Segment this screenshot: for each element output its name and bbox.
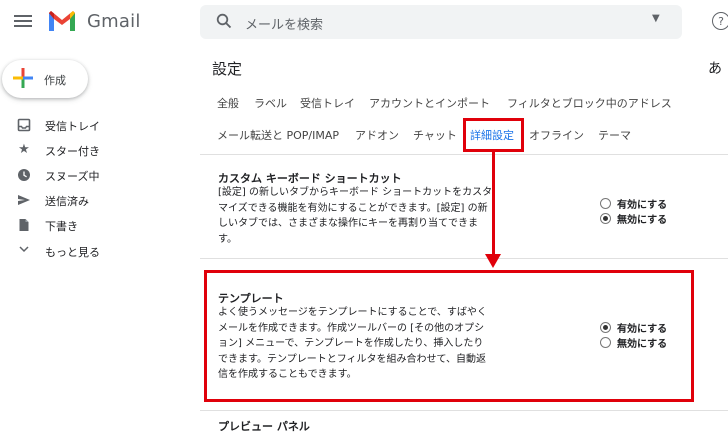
divider (200, 154, 728, 155)
sidebar-item-label: スター付き (45, 145, 100, 158)
templates-enable-label[interactable]: 有効にする (617, 320, 667, 335)
templates-disable-radio[interactable] (600, 337, 611, 348)
tab-labels[interactable]: ラベル (254, 95, 287, 111)
arrow-head-annotation (485, 254, 501, 268)
tab-inbox[interactable]: 受信トレイ (300, 95, 355, 111)
tab-general[interactable]: 全般 (217, 95, 239, 111)
gmail-logo-text[interactable]: Gmail (87, 11, 141, 32)
tab-addons[interactable]: アドオン (355, 127, 399, 143)
section-title-preview-pane: プレビュー パネル (218, 420, 310, 433)
section-desc-templates: よく使うメッセージをテンプレートにすることで、すばやく メールを作成できます。作… (218, 307, 487, 380)
main-menu-icon[interactable] (14, 12, 32, 30)
shortcuts-enable-label[interactable]: 有効にする (617, 196, 667, 211)
sidebar-item-label: 下書き (45, 220, 78, 233)
search-input[interactable]: メールを検索 (245, 14, 323, 33)
tab-chat[interactable]: チャット (413, 127, 457, 143)
draft-icon (19, 219, 29, 231)
star-icon: ★ (18, 142, 30, 157)
plus-icon (13, 68, 33, 88)
tab-accounts-import[interactable]: アカウントとインポート (369, 95, 490, 111)
divider (200, 258, 728, 259)
shortcuts-enable-radio[interactable] (600, 198, 611, 209)
sidebar-item-label: スヌーズ中 (45, 170, 100, 183)
tab-highlight-annotation (463, 118, 524, 152)
search-icon[interactable] (216, 13, 232, 29)
section-title-templates: テンプレート (218, 292, 284, 305)
templates-enable-radio[interactable] (600, 322, 611, 333)
divider (200, 410, 728, 411)
gmail-logo-icon[interactable] (47, 9, 77, 33)
tab-offline[interactable]: オフライン (529, 127, 584, 143)
tab-themes[interactable]: テーマ (598, 127, 631, 143)
templates-disable-label[interactable]: 無効にする (617, 335, 667, 350)
arrow-annotation (492, 152, 495, 256)
send-icon (18, 195, 30, 205)
compose-label: 作成 (44, 74, 66, 87)
clock-icon (18, 169, 30, 181)
section-title-keyboard-shortcuts: カスタム キーボード ショートカット (218, 172, 402, 185)
sidebar-item-label: もっと見る (45, 246, 100, 259)
tab-forwarding-pop-imap[interactable]: メール転送と POP/IMAP (217, 127, 339, 143)
chevron-down-icon (19, 246, 29, 253)
account-input-tool[interactable]: あ (708, 58, 722, 78)
search-options-dropdown-icon[interactable]: ▼ (652, 13, 660, 24)
sidebar-item-label: 送信済み (45, 195, 89, 208)
sidebar-item-label: 受信トレイ (45, 120, 100, 133)
page-title: 設定 (212, 60, 243, 78)
help-icon[interactable]: ? (712, 12, 728, 30)
tab-filters-blocked[interactable]: フィルタとブロック中のアドレス (507, 95, 672, 111)
section-desc-keyboard-shortcuts: [設定] の新しいタブからキーボード ショートカットをカスタ マイズできる機能を… (218, 187, 493, 245)
inbox-icon (17, 118, 31, 132)
shortcuts-disable-label[interactable]: 無効にする (617, 211, 667, 226)
shortcuts-disable-radio[interactable] (600, 213, 611, 224)
